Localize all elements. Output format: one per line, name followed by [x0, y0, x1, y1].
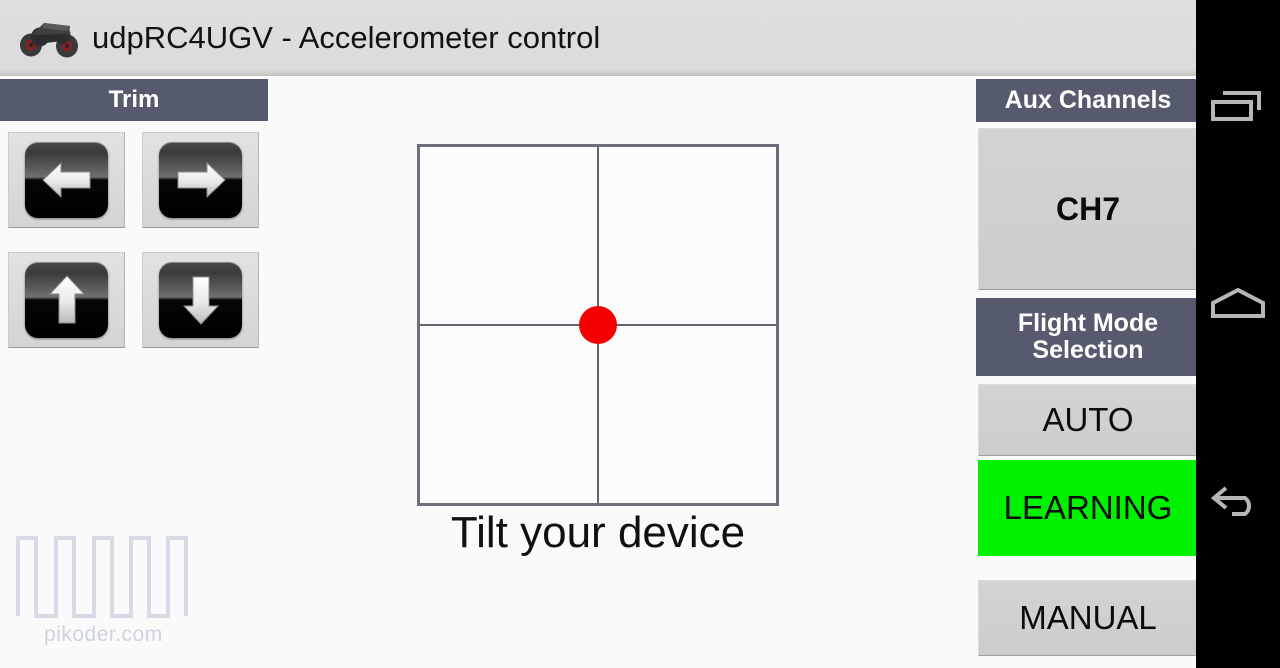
flight-mode-header: Flight Mode Selection: [976, 298, 1196, 376]
page-title: udpRC4UGV - Accelerometer control: [92, 19, 601, 55]
arrow-left-icon: [25, 142, 108, 218]
trim-up-button[interactable]: [8, 252, 125, 348]
arrow-up-icon: [25, 262, 108, 338]
square-wave-logo: [16, 536, 188, 618]
home-button[interactable]: [1196, 263, 1280, 347]
screen: udpRC4UGV - Accelerometer control Trim T…: [0, 0, 1280, 668]
title-bar: udpRC4UGV - Accelerometer control: [0, 0, 1196, 76]
app-window: udpRC4UGV - Accelerometer control Trim T…: [0, 0, 1196, 668]
android-navigation-bar: [1196, 0, 1280, 668]
flight-mode-header-label: Flight Mode Selection: [1017, 309, 1159, 364]
trim-down-button[interactable]: [142, 252, 259, 348]
arrow-down-icon: [159, 262, 242, 338]
tilt-instruction-label: Tilt your device: [450, 508, 746, 557]
trim-right-button[interactable]: [142, 132, 259, 228]
right-panel: Aux Channels CH7 Flight Mode Selection A…: [970, 76, 1196, 668]
flight-mode-auto-button[interactable]: AUTO: [978, 384, 1196, 456]
flight-mode-manual-button[interactable]: MANUAL: [978, 580, 1196, 656]
aux-channels-header-label: Aux Channels: [1004, 86, 1172, 114]
pikoder-watermark: pikoder.com: [10, 516, 200, 647]
trim-left-button[interactable]: [8, 132, 125, 228]
recents-button[interactable]: [1196, 66, 1280, 150]
tilt-indicator-dot[interactable]: [579, 306, 617, 344]
aux-channel-ch7-button[interactable]: CH7: [978, 128, 1196, 290]
flight-mode-manual-label: MANUAL: [1019, 599, 1157, 636]
back-button[interactable]: [1196, 463, 1280, 547]
aux-channels-header: Aux Channels: [976, 79, 1196, 122]
trim-header: Trim: [0, 79, 268, 121]
aux-channel-ch7-label: CH7: [1055, 190, 1120, 227]
back-icon: [1207, 480, 1269, 531]
home-icon: [1207, 283, 1269, 328]
flight-mode-learning-button[interactable]: LEARNING: [978, 460, 1196, 556]
flight-mode-auto-label: AUTO: [1042, 401, 1134, 438]
trim-header-label: Trim: [108, 86, 160, 113]
tilt-control-area[interactable]: [417, 144, 779, 506]
rover-icon: [18, 15, 80, 61]
arrow-right-icon: [159, 142, 242, 218]
flight-mode-learning-label: LEARNING: [1003, 489, 1173, 526]
watermark-label: pikoder.com: [44, 623, 163, 646]
recents-icon: [1207, 83, 1269, 134]
